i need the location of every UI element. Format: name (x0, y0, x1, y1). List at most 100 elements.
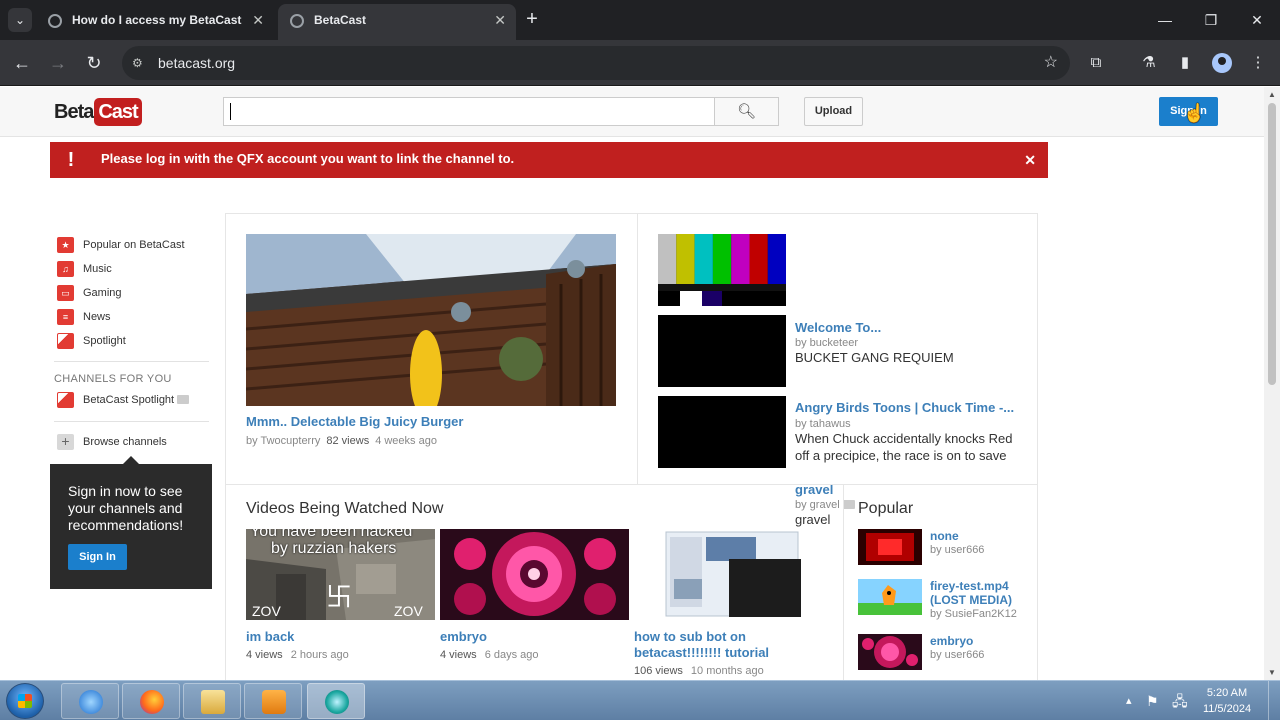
back-arrow-icon[interactable]: ← (10, 51, 34, 75)
popular-author[interactable]: by user666 (930, 649, 984, 661)
spotlight-icon (57, 392, 74, 408)
sidebar-item-browse-channels[interactable]: + Browse channels (57, 434, 212, 452)
scroll-down-arrow-icon[interactable]: ▼ (1264, 668, 1280, 677)
video-title[interactable]: im back (246, 629, 294, 644)
search-icon: 🔍︎ (736, 103, 757, 120)
restore-icon[interactable]: ❐ (1188, 0, 1234, 40)
forward-arrow-icon[interactable]: → (46, 51, 70, 75)
popular-title[interactable]: firey-test.mp4 (LOST MEDIA) (930, 579, 1030, 607)
system-clock[interactable]: 5:20 AM 11/5/2024 (1196, 685, 1258, 717)
window-close-icon[interactable]: ✕ (1234, 0, 1280, 40)
video-views: 82 views (326, 435, 370, 447)
video-author[interactable]: by Twocupterry (246, 435, 320, 447)
headphones-icon: ♫ (57, 261, 74, 277)
featured-video-title[interactable]: Mmm.. Delectable Big Juicy Burger (246, 414, 463, 429)
sidebar-item-popular[interactable]: ★ Popular on BetaCast (57, 237, 212, 255)
video-thumbnail-im-back[interactable]: You have been hacked by ruzzian hakers Z… (246, 529, 435, 620)
start-button-icon[interactable] (6, 683, 44, 719)
featured-video-meta: by Twocupterry 82 views 4 weeks ago (246, 435, 437, 447)
video-thumbnail-gravel[interactable] (658, 396, 786, 468)
video-thumbnail-angry-birds[interactable] (658, 315, 786, 387)
tab-search-chevron-icon[interactable]: ⌄ (8, 8, 32, 32)
sign-in-promo: Sign in now to see your channels and rec… (50, 456, 212, 589)
sidebar-item-betacast-spotlight[interactable]: BetaCast Spotlight (57, 392, 212, 410)
popular-thumbnail-none[interactable] (858, 529, 922, 565)
address-bar[interactable]: ⚙ betacast.org ☆ (122, 46, 1070, 80)
featured-divider (637, 214, 638, 484)
more-menu-icon[interactable]: ⋮ (1246, 51, 1270, 75)
minimize-icon[interactable]: — (1142, 0, 1188, 40)
promo-sign-in-button[interactable]: Sign In (68, 544, 127, 570)
tab-close-icon[interactable]: ✕ (252, 4, 264, 36)
taskbar-firefox[interactable] (122, 683, 180, 719)
tab-close-icon[interactable]: ✕ (494, 4, 506, 36)
search-button[interactable]: 🔍︎ (714, 97, 779, 126)
reload-icon[interactable]: ↻ (82, 51, 106, 75)
video-title[interactable]: Angry Birds Toons | Chuck Time -... (795, 400, 1014, 415)
profile-avatar-icon[interactable] (1212, 53, 1232, 73)
sidebar-item-gaming[interactable]: ▭ Gaming (57, 285, 212, 303)
spotlight-icon (57, 333, 74, 349)
site-info-icon[interactable]: ⚙ (132, 55, 148, 71)
popular-thumbnail-embryo[interactable] (858, 634, 922, 670)
alert-close-icon[interactable]: ✕ (1024, 142, 1036, 178)
globe-icon (290, 14, 304, 28)
upload-button[interactable]: Upload (804, 97, 863, 126)
taskbar-ie[interactable] (61, 683, 119, 719)
video-thumbnail-sub-bot[interactable] (634, 529, 823, 620)
popular-author[interactable]: by user666 (930, 544, 984, 556)
channels-heading: CHANNELS FOR YOU (54, 373, 172, 385)
action-center-icon[interactable]: ⚑ (1146, 681, 1159, 720)
video-title[interactable]: how to sub bot on betacast!!!!!!!! tutor… (634, 629, 809, 661)
video-meta: 4 views 2 hours ago (246, 649, 349, 661)
taskbar-media-player[interactable] (244, 683, 302, 719)
betacast-logo[interactable]: Beta Cast (54, 98, 142, 126)
address-url: betacast.org (158, 55, 236, 71)
popular-title[interactable]: none (930, 529, 959, 543)
logo-cast-text: Cast (94, 98, 142, 126)
video-age: 10 months ago (690, 665, 764, 677)
video-author[interactable]: by tahawus (795, 418, 851, 430)
bookmark-star-icon[interactable]: ☆ (1044, 46, 1058, 80)
search-input[interactable] (223, 97, 714, 126)
labs-flask-icon[interactable]: ⚗ (1137, 51, 1161, 75)
video-title[interactable]: Welcome To... (795, 320, 881, 335)
scrollbar-thumb[interactable] (1268, 103, 1276, 385)
video-author[interactable]: by bucketeer (795, 337, 858, 349)
firefox-icon (140, 690, 164, 714)
network-icon[interactable]: 🖧︎ (1172, 681, 1188, 720)
overlay-text-3: ZOV (252, 603, 281, 619)
taskbar-chrome[interactable] (307, 683, 365, 719)
sidebar-item-label: Music (83, 263, 112, 275)
sidebar-item-spotlight[interactable]: Spotlight (57, 333, 212, 351)
promo-text: Sign in now to see your channels and rec… (68, 483, 184, 533)
video-thumbnail-welcome[interactable] (658, 234, 786, 306)
watched-now-heading: Videos Being Watched Now (246, 500, 444, 517)
sidebar-item-music[interactable]: ♫ Music (57, 261, 212, 279)
tray-expand-icon[interactable]: ▴ (1126, 681, 1132, 720)
new-tab-plus-icon[interactable]: + (520, 8, 544, 32)
sidebar-item-label: Browse channels (83, 436, 167, 448)
sidebar-item-label: News (83, 311, 111, 323)
browser-tab-help[interactable]: How do I access my BetaCast c ✕ (36, 4, 274, 40)
side-panel-icon[interactable]: ▮ (1173, 51, 1197, 75)
popular-thumbnail-firey[interactable] (858, 579, 922, 615)
popular-author[interactable]: by SusieFan2K12 (930, 608, 1017, 620)
featured-video-thumbnail[interactable] (246, 234, 616, 406)
video-age: 2 hours ago (290, 649, 349, 661)
popular-heading: Popular (858, 500, 914, 517)
clock-date: 11/5/2024 (1202, 703, 1252, 715)
video-title[interactable]: embryo (440, 629, 487, 644)
webpage: Beta Cast 🔍︎ Upload Sign In ☝ ! Please lo… (0, 87, 1264, 680)
taskbar-explorer[interactable] (183, 683, 241, 719)
alert-banner: ! Please log in with the QFX account you… (50, 142, 1048, 178)
extensions-icon[interactable]: ⧉ (1084, 51, 1108, 75)
sidebar-item-news[interactable]: ≡ News (57, 309, 212, 327)
page-scrollbar[interactable]: ▲ ▼ (1264, 87, 1280, 680)
popular-title[interactable]: embryo (930, 634, 973, 648)
scroll-up-arrow-icon[interactable]: ▲ (1264, 90, 1280, 99)
show-desktop-button[interactable] (1268, 681, 1280, 720)
browser-tab-betacast[interactable]: BetaCast ✕ (278, 4, 516, 40)
video-thumbnail-embryo[interactable] (440, 529, 629, 620)
red-abstract-art (858, 529, 922, 565)
